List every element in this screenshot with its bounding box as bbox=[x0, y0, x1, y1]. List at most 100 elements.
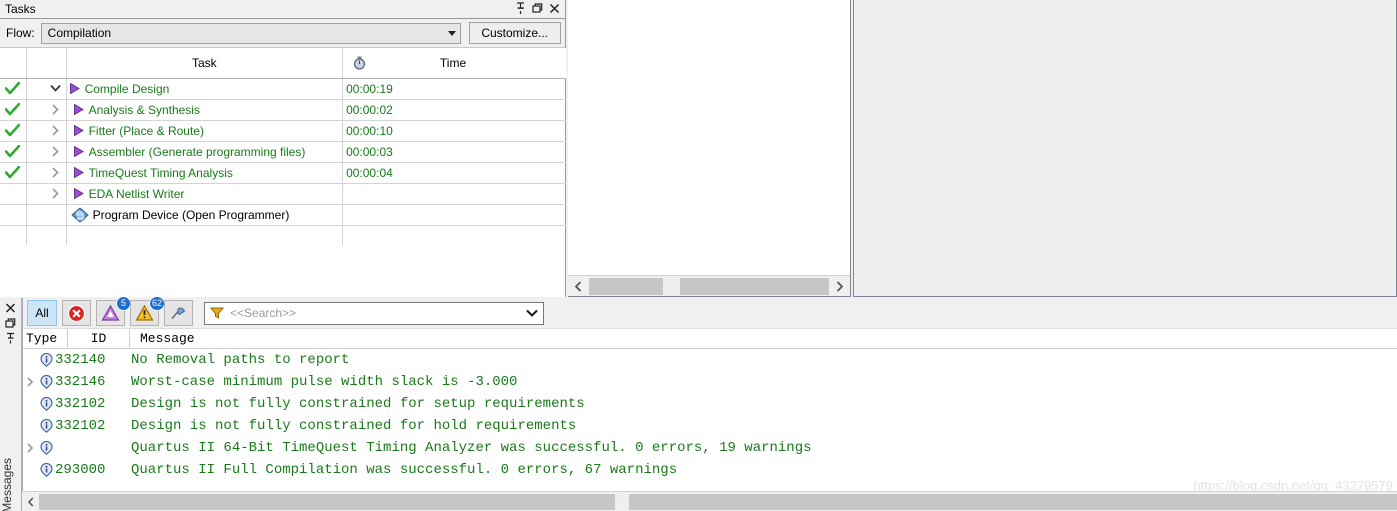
task-col-status bbox=[0, 48, 27, 79]
message-expander[interactable] bbox=[23, 377, 37, 387]
tab-all[interactable]: All bbox=[27, 300, 57, 326]
message-text: Quartus II 64-Bit TimeQuest Timing Analy… bbox=[131, 440, 812, 456]
task-table-header: Task Time bbox=[0, 48, 566, 79]
play-arrow-icon bbox=[73, 188, 84, 199]
task-time-cell bbox=[342, 204, 566, 226]
task-name-cell[interactable]: Analysis & Synthesis bbox=[66, 99, 344, 121]
messages-panel: All 5 62 <<Search>> Type ID Message 3321… bbox=[22, 296, 1397, 511]
search-input[interactable]: <<Search>> bbox=[204, 301, 544, 325]
messages-col-type[interactable]: Type bbox=[23, 329, 68, 349]
info-filter-button[interactable] bbox=[164, 300, 193, 326]
scrollbar-track[interactable] bbox=[39, 493, 1397, 510]
task-label: Compile Design bbox=[84, 81, 170, 96]
tasks-panel: Tasks Flow: Compilation Customize... Tas… bbox=[0, 0, 566, 297]
task-row[interactable]: TimeQuest Timing Analysis 00:00:04 bbox=[0, 162, 566, 184]
task-table-filler bbox=[0, 225, 566, 245]
message-row[interactable]: Quartus II 64-Bit TimeQuest Timing Analy… bbox=[23, 437, 1397, 459]
messages-dock-label: Messages bbox=[0, 458, 14, 511]
task-expander-cell[interactable] bbox=[26, 120, 67, 142]
messages-dock-side-strip: Messages bbox=[0, 298, 22, 511]
scrollbar-track[interactable] bbox=[589, 277, 829, 295]
task-col-task[interactable]: Task bbox=[66, 48, 344, 79]
chevron-down-icon[interactable] bbox=[50, 84, 61, 93]
task-status-cell bbox=[0, 78, 27, 100]
task-row[interactable]: Analysis & Synthesis 00:00:02 bbox=[0, 99, 566, 121]
task-row[interactable]: EDA Netlist Writer bbox=[0, 183, 566, 205]
task-name-cell[interactable]: TimeQuest Timing Analysis bbox=[66, 162, 344, 184]
task-name-cell[interactable]: Fitter (Place & Route) bbox=[66, 120, 344, 142]
task-name-cell[interactable]: Compile Design bbox=[66, 78, 344, 100]
critical-warning-filter-button[interactable]: 5 bbox=[96, 296, 131, 326]
message-row[interactable]: 332102 Design is not fully constrained fo… bbox=[23, 415, 1397, 437]
play-arrow-icon bbox=[73, 167, 84, 178]
task-expander-cell[interactable] bbox=[26, 204, 67, 226]
funnel-icon bbox=[210, 307, 224, 319]
message-row[interactable]: 332146 Worst-case minimum pulse width sla… bbox=[23, 371, 1397, 393]
chevron-right-icon[interactable] bbox=[829, 276, 850, 297]
messages-dock: Messages All 5 62 <<Search>> Type ID Mes… bbox=[0, 296, 1397, 511]
report-horizontal-scrollbar[interactable] bbox=[568, 275, 850, 296]
chevron-right-icon[interactable] bbox=[51, 188, 60, 199]
task-row[interactable]: Assembler (Generate programming files) 00… bbox=[0, 141, 566, 163]
chevron-down-icon[interactable] bbox=[526, 309, 538, 317]
task-row[interactable]: Fitter (Place & Route) 00:00:10 bbox=[0, 120, 566, 142]
close-icon[interactable] bbox=[5, 302, 16, 314]
warning-filter-button[interactable]: 62 bbox=[130, 296, 165, 326]
task-expander-cell[interactable] bbox=[26, 183, 67, 205]
restore-icon[interactable] bbox=[532, 2, 543, 15]
critical-warning-badge: 5 bbox=[116, 296, 131, 311]
scrollbar-thumb[interactable] bbox=[615, 493, 629, 510]
message-row[interactable]: 293000 Quartus II Full Compilation was su… bbox=[23, 459, 1397, 481]
error-filter-button[interactable] bbox=[62, 300, 91, 326]
messages-col-id[interactable]: ID bbox=[68, 329, 130, 349]
task-row[interactable]: Program Device (Open Programmer) bbox=[0, 204, 566, 226]
task-expander-cell[interactable] bbox=[26, 162, 67, 184]
task-col-time[interactable]: Time bbox=[342, 48, 566, 79]
task-status-cell bbox=[0, 99, 27, 121]
restore-icon[interactable] bbox=[5, 317, 16, 329]
task-col-time-label: Time bbox=[439, 55, 467, 70]
task-name-cell[interactable]: Assembler (Generate programming files) bbox=[66, 141, 344, 163]
messages-col-message[interactable]: Message bbox=[130, 329, 1397, 349]
pin-icon[interactable] bbox=[515, 2, 526, 15]
stopwatch-icon bbox=[353, 56, 366, 70]
message-type-icon bbox=[37, 463, 55, 477]
customize-button[interactable]: Customize... bbox=[468, 22, 561, 44]
messages-table: Type ID Message 332140 No Removal paths t… bbox=[23, 329, 1397, 489]
chevron-right-icon[interactable] bbox=[51, 146, 60, 157]
empty-right-panel bbox=[853, 0, 1397, 297]
task-table-body: Compile Design 00:00:19 Analysis & Synthes… bbox=[0, 78, 566, 245]
task-expander-cell[interactable] bbox=[26, 141, 67, 163]
message-id: 332102 bbox=[55, 418, 106, 434]
message-row[interactable]: 332140 No Removal paths to report bbox=[23, 349, 1397, 371]
message-text: No Removal paths to report bbox=[131, 352, 350, 368]
task-time-value: 00:00:02 bbox=[346, 102, 393, 117]
chevron-left-icon[interactable] bbox=[568, 276, 589, 297]
task-expander-cell[interactable] bbox=[26, 78, 67, 100]
chevron-right-icon[interactable] bbox=[51, 167, 60, 178]
task-row[interactable]: Compile Design 00:00:19 bbox=[0, 78, 566, 100]
message-type-icon bbox=[37, 419, 55, 433]
message-type-icon bbox=[37, 441, 55, 455]
chevron-right-icon[interactable] bbox=[51, 125, 60, 136]
task-status-cell bbox=[0, 183, 27, 205]
message-row[interactable]: 332102 Design is not fully constrained fo… bbox=[23, 393, 1397, 415]
report-panel bbox=[568, 0, 851, 297]
pin-icon[interactable] bbox=[5, 332, 16, 344]
close-icon[interactable] bbox=[549, 2, 560, 15]
task-name-cell[interactable]: Program Device (Open Programmer) bbox=[66, 204, 344, 226]
message-expander[interactable] bbox=[23, 443, 37, 453]
message-text: Design is not fully constrained for setu… bbox=[131, 396, 585, 412]
messages-horizontal-scrollbar[interactable] bbox=[22, 491, 1397, 511]
flow-select[interactable]: Compilation bbox=[40, 22, 461, 44]
chevron-left-icon[interactable] bbox=[22, 492, 39, 511]
task-expander-cell[interactable] bbox=[26, 99, 67, 121]
task-time-value: 00:00:04 bbox=[346, 165, 393, 180]
flow-selected-value: Compilation bbox=[47, 26, 112, 40]
chevron-right-icon[interactable] bbox=[26, 443, 34, 453]
scrollbar-thumb[interactable] bbox=[663, 277, 680, 295]
task-name-cell[interactable]: EDA Netlist Writer bbox=[66, 183, 344, 205]
chevron-right-icon[interactable] bbox=[51, 104, 60, 115]
chevron-right-icon[interactable] bbox=[26, 377, 34, 387]
check-icon bbox=[5, 103, 21, 116]
